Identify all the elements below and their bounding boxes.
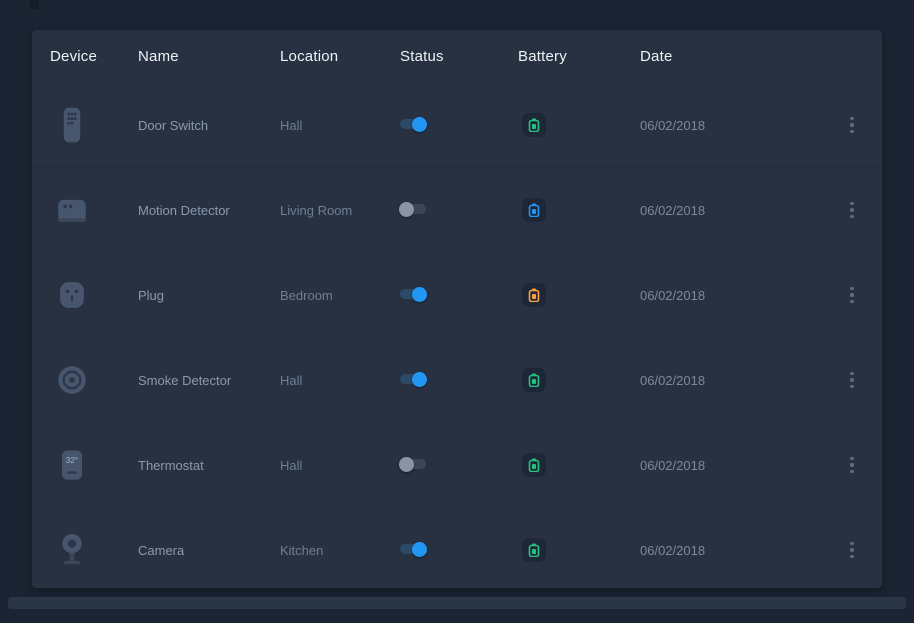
bottom-sheet-edge bbox=[8, 597, 906, 609]
toggle-knob bbox=[412, 117, 427, 132]
battery-indicator bbox=[522, 368, 546, 392]
plug-icon bbox=[50, 273, 94, 317]
smoke-detector-icon bbox=[50, 358, 94, 402]
device-location: Hall bbox=[280, 458, 400, 473]
table-header: Device Name Location Status Battery Date bbox=[32, 30, 882, 82]
device-table-card: Device Name Location Status Battery Date… bbox=[32, 30, 882, 588]
toggle-knob bbox=[412, 542, 427, 557]
device-name: Plug bbox=[138, 288, 280, 303]
table-row[interactable]: Plug Bedroom 06/02/2018 bbox=[32, 252, 882, 337]
status-toggle[interactable] bbox=[400, 459, 426, 469]
row-menu-button[interactable] bbox=[840, 113, 864, 137]
device-date: 06/02/2018 bbox=[640, 458, 808, 473]
device-location: Hall bbox=[280, 373, 400, 388]
device-name: Motion Detector bbox=[138, 203, 280, 218]
toggle-knob bbox=[412, 372, 427, 387]
battery-icon bbox=[528, 118, 540, 132]
table-row[interactable]: Door Switch Hall 06/02/2018 bbox=[32, 82, 882, 167]
device-icon-cell bbox=[50, 188, 138, 232]
device-date: 06/02/2018 bbox=[640, 118, 808, 133]
column-header-location: Location bbox=[280, 48, 400, 65]
battery-icon bbox=[528, 288, 540, 302]
device-date: 06/02/2018 bbox=[640, 203, 808, 218]
device-location: Living Room bbox=[280, 203, 400, 218]
device-icon-cell bbox=[50, 358, 138, 402]
status-toggle[interactable] bbox=[400, 544, 426, 554]
toggle-knob bbox=[399, 202, 414, 217]
device-location: Hall bbox=[280, 118, 400, 133]
column-header-name: Name bbox=[138, 48, 280, 65]
battery-indicator bbox=[522, 198, 546, 222]
status-toggle[interactable] bbox=[400, 119, 426, 129]
device-location: Kitchen bbox=[280, 543, 400, 558]
column-header-status: Status bbox=[400, 48, 518, 65]
device-date: 06/02/2018 bbox=[640, 543, 808, 558]
device-icon-cell bbox=[50, 273, 138, 317]
thermostat-icon: 32° bbox=[50, 443, 94, 487]
thermostat-reading: 32° bbox=[66, 456, 78, 465]
device-icon-cell bbox=[50, 528, 138, 572]
row-menu-button[interactable] bbox=[840, 283, 864, 307]
door-switch-icon bbox=[50, 103, 94, 147]
toggle-knob bbox=[412, 287, 427, 302]
device-icon-cell: 32° bbox=[50, 443, 138, 487]
device-name: Door Switch bbox=[138, 118, 280, 133]
battery-indicator bbox=[522, 538, 546, 562]
column-header-date: Date bbox=[640, 48, 808, 65]
table-row[interactable]: Camera Kitchen 06/02/2018 bbox=[32, 507, 882, 592]
camera-icon bbox=[50, 528, 94, 572]
status-toggle[interactable] bbox=[400, 374, 426, 384]
device-location: Bedroom bbox=[280, 288, 400, 303]
motion-detector-icon bbox=[50, 188, 94, 232]
table-row[interactable]: 32° Thermostat Hall 06/02/2018 bbox=[32, 422, 882, 507]
device-date: 06/02/2018 bbox=[640, 373, 808, 388]
row-menu-button[interactable] bbox=[840, 453, 864, 477]
column-header-device: Device bbox=[50, 48, 138, 65]
table-row[interactable]: Motion Detector Living Room 06/02/2018 bbox=[32, 167, 882, 252]
table-row[interactable]: Smoke Detector Hall 06/02/2018 bbox=[32, 337, 882, 422]
row-menu-button[interactable] bbox=[840, 198, 864, 222]
battery-indicator bbox=[522, 283, 546, 307]
device-name: Thermostat bbox=[138, 458, 280, 473]
device-name: Smoke Detector bbox=[138, 373, 280, 388]
battery-icon bbox=[528, 373, 540, 387]
corner-notch bbox=[30, 0, 39, 9]
battery-icon bbox=[528, 543, 540, 557]
row-menu-button[interactable] bbox=[840, 368, 864, 392]
device-date: 06/02/2018 bbox=[640, 288, 808, 303]
column-header-battery: Battery bbox=[518, 48, 640, 65]
toggle-knob bbox=[399, 457, 414, 472]
device-icon-cell bbox=[50, 103, 138, 147]
battery-indicator bbox=[522, 453, 546, 477]
battery-indicator bbox=[522, 113, 546, 137]
row-menu-button[interactable] bbox=[840, 538, 864, 562]
status-toggle[interactable] bbox=[400, 289, 426, 299]
device-name: Camera bbox=[138, 543, 280, 558]
battery-icon bbox=[528, 458, 540, 472]
status-toggle[interactable] bbox=[400, 204, 426, 214]
battery-icon bbox=[528, 203, 540, 217]
